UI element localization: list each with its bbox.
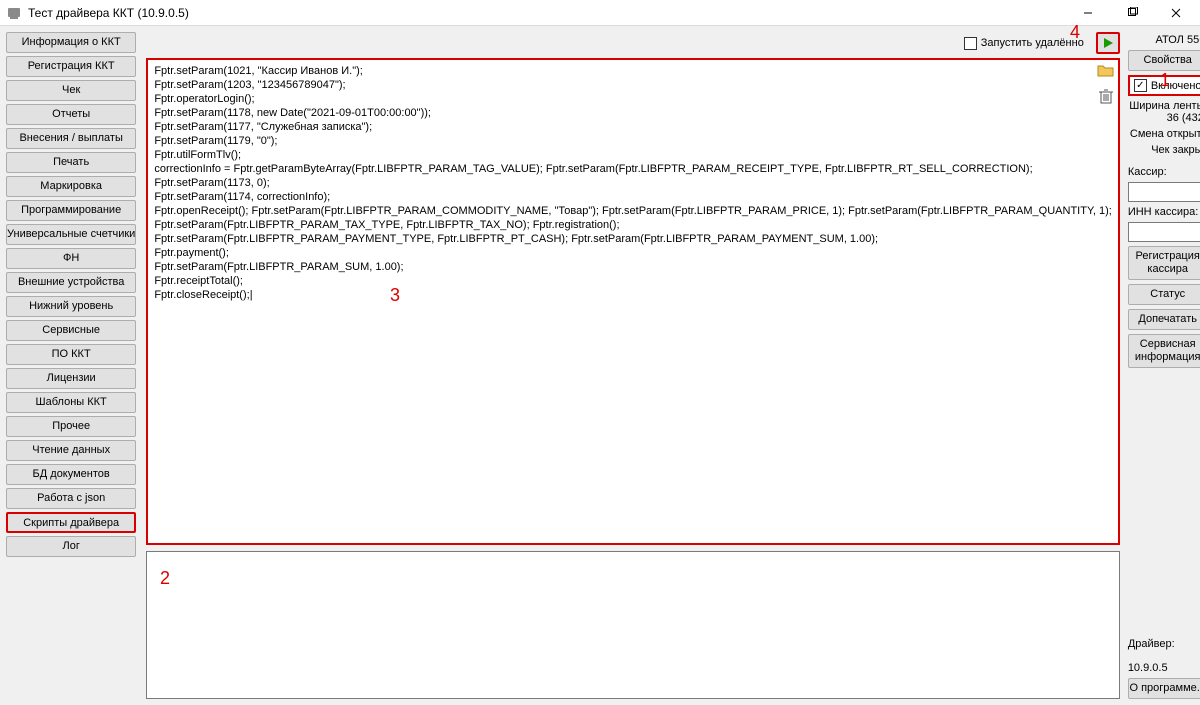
service-info-button[interactable]: Сервисная информация <box>1128 334 1200 368</box>
open-folder-button[interactable] <box>1094 59 1118 81</box>
delete-button[interactable] <box>1094 85 1118 107</box>
driver-label: Драйвер: <box>1128 638 1175 650</box>
script-editor[interactable]: Fptr.setParam(1021, "Кассир Иванов И.");… <box>146 58 1119 545</box>
play-icon <box>1102 37 1114 49</box>
sidebar-item-other[interactable]: Прочее <box>6 416 136 437</box>
sidebar-item-readdata[interactable]: Чтение данных <box>6 440 136 461</box>
tape-width-label: Ширина ленты: <box>1128 100 1200 112</box>
titlebar: Тест драйвера ККТ (10.9.0.5) <box>0 0 1200 26</box>
maximize-button[interactable] <box>1110 0 1154 26</box>
folder-icon <box>1097 62 1115 78</box>
sidebar-item-programming[interactable]: Программирование <box>6 200 136 221</box>
sidebar-left: Информация о ККТ Регистрация ККТ Чек Отч… <box>0 26 142 705</box>
shift-status: Смена открыта <box>1128 128 1200 140</box>
output-panel[interactable] <box>146 551 1119 699</box>
cashier-input[interactable] <box>1128 182 1200 202</box>
sidebar-item-info[interactable]: Информация о ККТ <box>6 32 136 53</box>
about-button[interactable]: О программе... <box>1128 678 1200 699</box>
sidebar-item-registration[interactable]: Регистрация ККТ <box>6 56 136 77</box>
tape-width-value: 36 (432) <box>1128 112 1200 124</box>
document-status-button[interactable]: Статус документа <box>1128 284 1200 305</box>
checkbox-icon: ✓ <box>1134 79 1147 92</box>
enabled-checkbox[interactable]: ✓ Включено <box>1128 75 1200 96</box>
run-button[interactable] <box>1096 32 1120 54</box>
trash-icon <box>1099 88 1113 104</box>
properties-button[interactable]: Свойства <box>1128 50 1200 71</box>
sidebar-item-marking[interactable]: Маркировка <box>6 176 136 197</box>
driver-version: 10.9.0.5 <box>1128 662 1168 674</box>
reprint-button[interactable]: Допечатать <box>1128 309 1200 330</box>
receipt-status: Чек закрыт <box>1128 144 1200 156</box>
sidebar-item-deposits[interactable]: Внесения / выплаты <box>6 128 136 149</box>
sidebar-item-service[interactable]: Сервисные <box>6 320 136 341</box>
sidebar-item-firmware[interactable]: ПО ККТ <box>6 344 136 365</box>
sidebar-item-receipt[interactable]: Чек <box>6 80 136 101</box>
device-name: АТОЛ 55Ф <box>1128 34 1200 46</box>
editor-toolbar: Запустить удалённо <box>146 32 1119 54</box>
checkbox-icon <box>964 37 977 50</box>
sidebar-item-log[interactable]: Лог <box>6 536 136 557</box>
window-title: Тест драйвера ККТ (10.9.0.5) <box>28 6 189 20</box>
sidebar-item-reports[interactable]: Отчеты <box>6 104 136 125</box>
cashier-inn-input[interactable] <box>1128 222 1200 242</box>
enabled-label: Включено <box>1151 80 1200 92</box>
editor-side-icons <box>1094 59 1118 107</box>
remote-run-checkbox[interactable]: Запустить удалённо <box>964 37 1084 50</box>
sidebar-right: АТОЛ 55Ф Свойства ✓ Включено Ширина лент… <box>1124 26 1200 705</box>
sidebar-item-fn[interactable]: ФН <box>6 248 136 269</box>
sidebar-item-licenses[interactable]: Лицензии <box>6 368 136 389</box>
close-button[interactable] <box>1154 0 1198 26</box>
sidebar-item-templates[interactable]: Шаблоны ККТ <box>6 392 136 413</box>
center-panel: Запустить удалённо Fptr.setParam(1021, "… <box>142 26 1123 705</box>
sidebar-item-counters[interactable]: Универсальные счетчики <box>6 224 136 245</box>
sidebar-item-print[interactable]: Печать <box>6 152 136 173</box>
cashier-label: Кассир: <box>1128 166 1200 178</box>
cashier-inn-label: ИНН кассира: <box>1128 206 1200 218</box>
register-cashier-button[interactable]: Регистрация кассира <box>1128 246 1200 280</box>
sidebar-item-scripts[interactable]: Скрипты драйвера <box>6 512 136 533</box>
window-controls <box>1066 0 1198 26</box>
remote-run-label: Запустить удалённо <box>981 37 1084 49</box>
sidebar-item-external[interactable]: Внешние устройства <box>6 272 136 293</box>
app-icon <box>6 5 22 21</box>
sidebar-item-docdb[interactable]: БД документов <box>6 464 136 485</box>
minimize-button[interactable] <box>1066 0 1110 26</box>
sidebar-item-json[interactable]: Работа с json <box>6 488 136 509</box>
driver-info: Драйвер: 10.9.0.5 <box>1128 626 1200 674</box>
sidebar-item-lowlevel[interactable]: Нижний уровень <box>6 296 136 317</box>
